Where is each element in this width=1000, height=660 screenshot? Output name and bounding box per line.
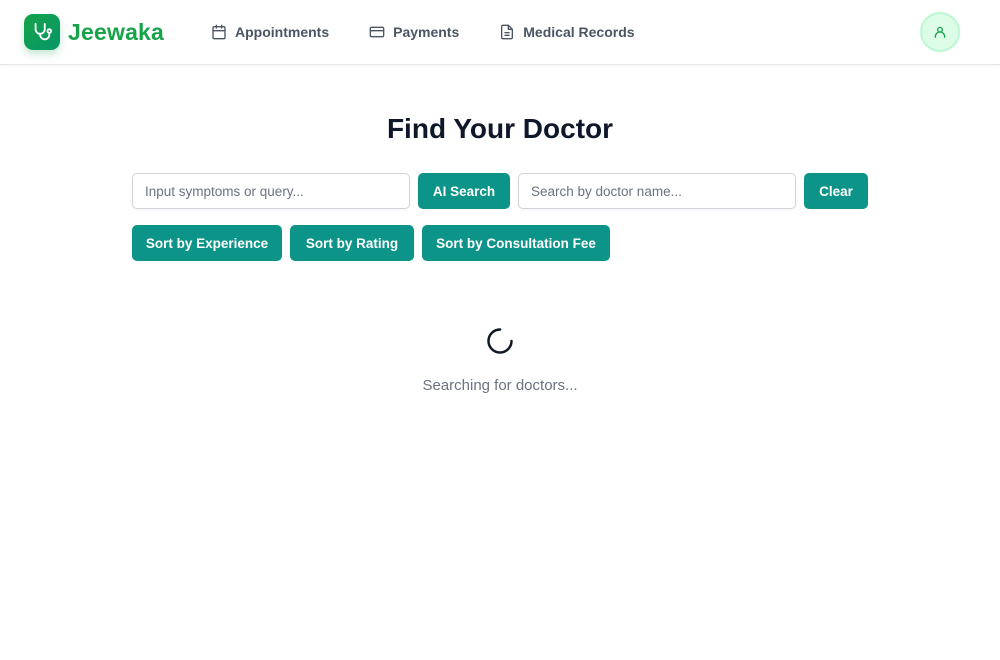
sort-by-rating-button[interactable]: Sort by Rating	[290, 225, 414, 261]
loading-spinner-icon	[486, 327, 514, 355]
loading-status-text: Searching for doctors...	[422, 377, 578, 394]
main-nav: Appointments Payments Medical Records	[211, 0, 675, 64]
nav-item-label: Medical Records	[523, 24, 635, 40]
calendar-icon	[212, 24, 226, 40]
symptom-search-input[interactable]	[132, 173, 410, 209]
nav-item-appointments[interactable]: Appointments	[211, 24, 329, 40]
stethoscope-icon	[24, 14, 60, 50]
nav-item-label: Appointments	[235, 24, 330, 40]
nav-item-medical-records[interactable]: Medical Records	[499, 24, 635, 40]
user-avatar-button[interactable]	[920, 12, 960, 52]
nav-item-payments[interactable]: Payments	[369, 24, 459, 40]
sort-by-experience-button[interactable]: Sort by Experience	[132, 225, 282, 261]
doctor-name-search-input[interactable]	[518, 173, 796, 209]
clear-button[interactable]: Clear	[804, 173, 868, 209]
nav-item-label: Payments	[393, 24, 460, 40]
top-navbar: Jeewaka Appointments Payments Medical Re…	[0, 0, 1000, 65]
page-title: Find Your Doctor	[386, 113, 614, 144]
sort-by-consultation-fee-button[interactable]: Sort by Consultation Fee	[422, 225, 610, 261]
brand-name: Jeewaka	[68, 18, 165, 45]
ai-search-button[interactable]: AI Search	[418, 173, 510, 209]
document-icon	[501, 24, 514, 40]
user-icon	[934, 26, 946, 38]
brand-link[interactable]: Jeewaka	[24, 14, 164, 50]
credit-card-icon	[369, 26, 385, 38]
